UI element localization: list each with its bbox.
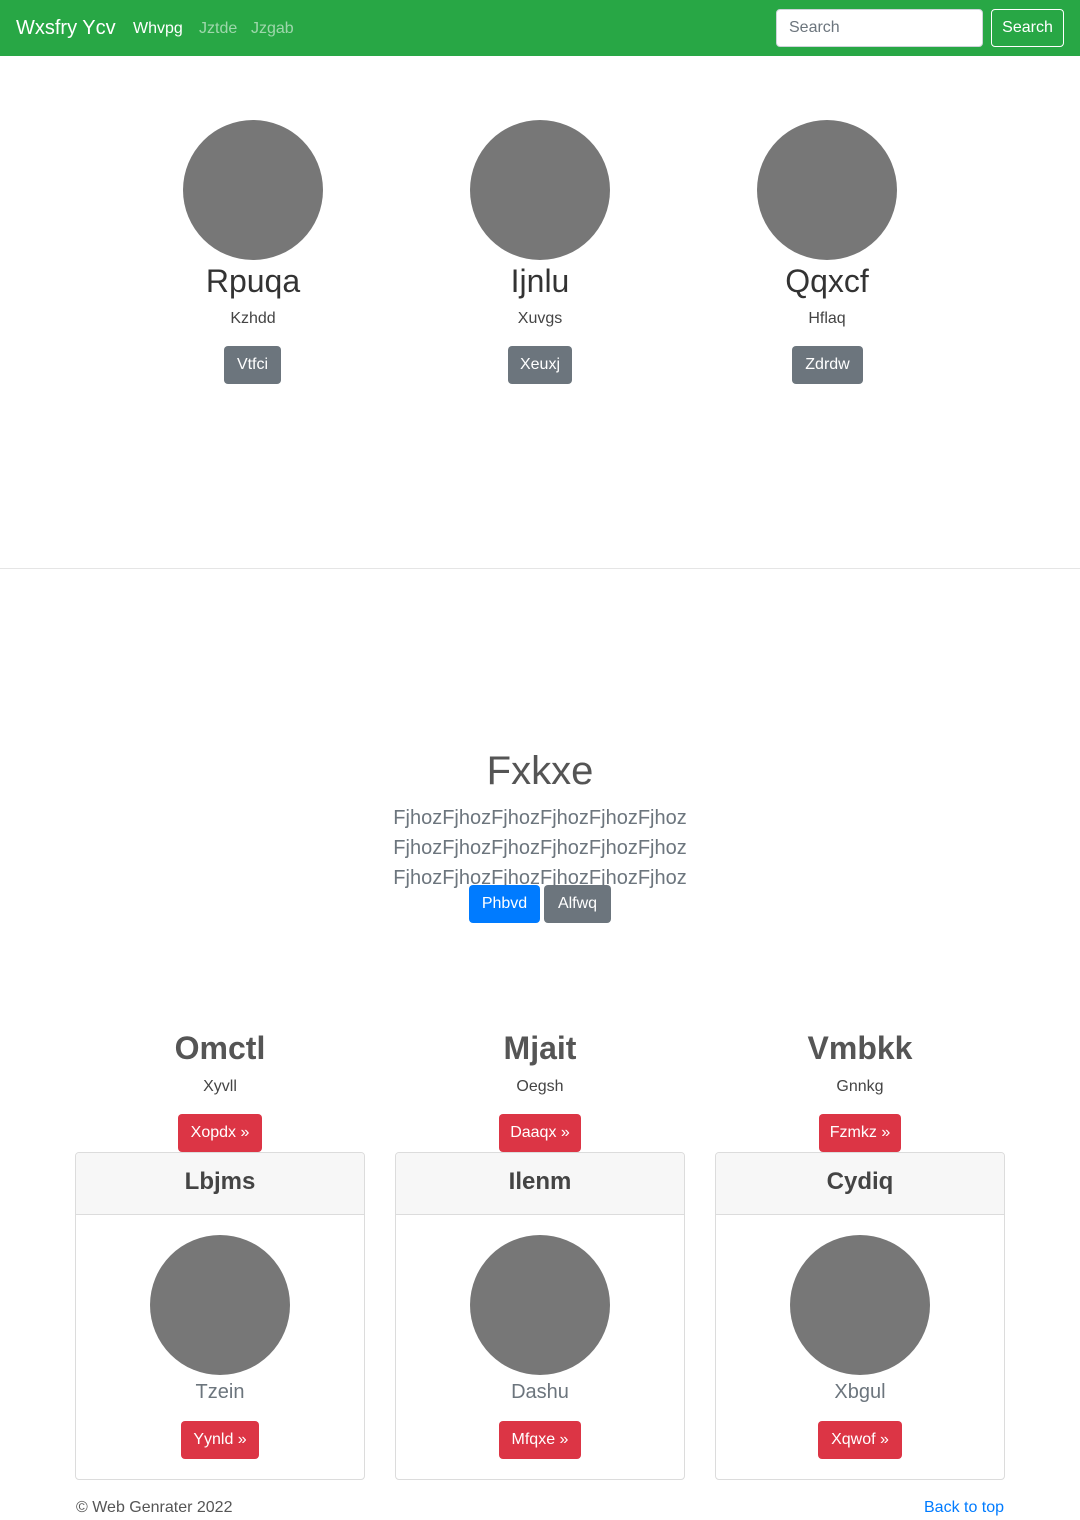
column-subtitle: Gnnkg [836,1078,884,1095]
nav-link-whvpg[interactable]: Whvpg [133,18,183,39]
avatar [790,1235,930,1375]
card-header: Ilenm [396,1153,684,1215]
search-input[interactable] [776,9,983,47]
search-button[interactable]: Search [991,9,1064,47]
navbar-brand[interactable]: Wxsfry Ycv [16,14,116,42]
card: Cydiq Xbgul Xqwof » [715,1152,1005,1480]
card-header: Cydiq [716,1153,1004,1215]
hero-lead: FjhozFjhozFjhozFjhozFjhozFjhoz FjhozFjho… [393,807,687,889]
avatar [757,120,897,260]
column-title: Vmbkk [807,1030,913,1066]
column-button-daaqx[interactable]: Daaqx » [499,1114,581,1152]
person-name: Rpuqa [205,263,301,299]
card-header: Lbjms [76,1153,364,1215]
column-button-fzmkz[interactable]: Fzmkz » [819,1114,901,1152]
card-text: Tzein [195,1381,245,1403]
card-text: Dashu [511,1381,569,1403]
card-text: Xbgul [834,1381,886,1403]
card-button-mfqxe[interactable]: Mfqxe » [499,1421,581,1459]
hero-title: Fxkxe [486,749,594,793]
person-subtitle: Hflaq [808,310,846,327]
nav-link-jztde[interactable]: Jztde [199,18,237,39]
footer-copyright: © Web Genrater 2022 [76,1499,233,1516]
person-subtitle: Xuvgs [517,310,563,327]
avatar [150,1235,290,1375]
column-button-xopdx[interactable]: Xopdx » [178,1114,262,1152]
person-button-xeuxj[interactable]: Xeuxj [508,346,572,384]
section-divider [0,568,1080,569]
back-to-top-link[interactable]: Back to top [924,1498,1004,1518]
column-subtitle: Oegsh [516,1078,564,1095]
hero-primary-button[interactable]: Phbvd [469,885,540,923]
hero-secondary-button[interactable]: Alfwq [544,885,611,923]
card-button-xqwof[interactable]: Xqwof » [818,1421,902,1459]
card: Lbjms Tzein Yynld » [75,1152,365,1480]
navbar: Wxsfry Ycv Whvpg Jztde Jzgab Search [0,0,1080,56]
person-button-zdrdw[interactable]: Zdrdw [792,346,863,384]
avatar [470,120,610,260]
avatar [183,120,323,260]
person-name: Qqxcf [785,263,869,299]
nav-link-jzgab[interactable]: Jzgab [251,18,294,39]
card: Ilenm Dashu Mfqxe » [395,1152,685,1480]
column-title: Mjait [503,1030,577,1066]
person-button-vtfci[interactable]: Vtfci [224,346,281,384]
person-name: Ijnlu [510,263,570,299]
avatar [470,1235,610,1375]
column-subtitle: Xyvll [203,1078,237,1095]
card-button-yynld[interactable]: Yynld » [181,1421,259,1459]
person-subtitle: Kzhdd [230,310,276,327]
column-title: Omctl [174,1030,266,1066]
